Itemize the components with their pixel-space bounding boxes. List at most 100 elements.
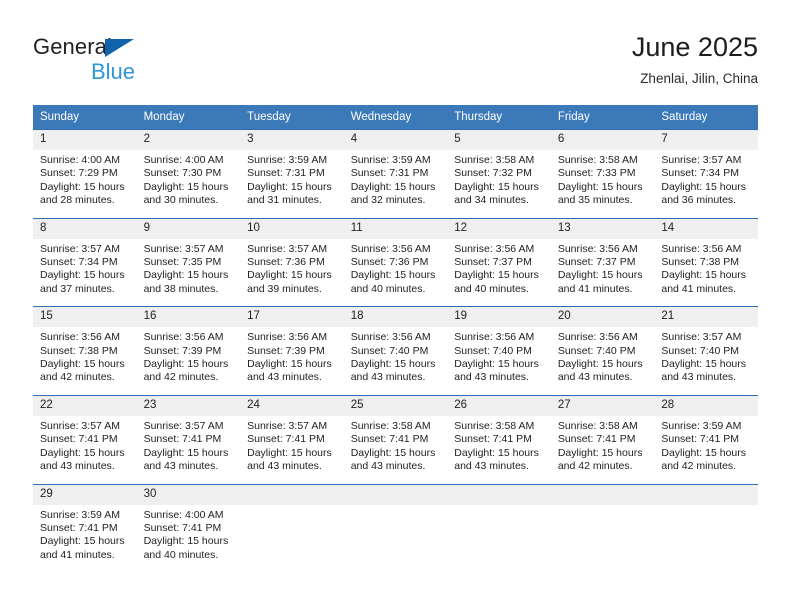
day-number: 4 <box>343 130 448 150</box>
daylight-text-line2: and 41 minutes. <box>40 548 115 561</box>
day-cell[interactable]: 14 Sunrise: 3:56 AM Sunset: 7:38 PM Dayl… <box>654 217 758 307</box>
day-number <box>343 484 448 505</box>
day-cell[interactable]: 30 Sunrise: 4:00 AM Sunset: 7:41 PM Dayl… <box>136 483 241 573</box>
day-cell[interactable]: 1 Sunrise: 4:00 AM Sunset: 7:29 PM Dayli… <box>33 129 137 219</box>
daylight-text-line2: and 42 minutes. <box>143 371 219 384</box>
day-cell[interactable]: 18 Sunrise: 3:56 AM Sunset: 7:40 PM Dayl… <box>343 306 448 396</box>
daylight-text-line2: and 37 minutes. <box>40 282 115 295</box>
daylight-text-line1: Daylight: 15 hours <box>143 446 229 459</box>
day-cell[interactable]: 3 Sunrise: 3:59 AM Sunset: 7:31 PM Dayli… <box>240 129 344 219</box>
daylight-text-line2: and 43 minutes. <box>247 460 322 473</box>
day-cell[interactable]: 4 Sunrise: 3:59 AM Sunset: 7:31 PM Dayli… <box>343 129 448 219</box>
daylight-text-line1: Daylight: 15 hours <box>350 358 436 371</box>
weekday-header-wednesday: Wednesday <box>343 105 448 130</box>
day-number: 6 <box>550 130 655 150</box>
sunset-text: Sunset: 7:36 PM <box>247 256 325 269</box>
day-cell[interactable]: 25 Sunrise: 3:58 AM Sunset: 7:41 PM Dayl… <box>343 394 448 484</box>
brand-logo[interactable]: General Blue <box>33 36 233 92</box>
sunset-text: Sunset: 7:37 PM <box>454 256 532 269</box>
day-cell[interactable]: 29 Sunrise: 3:59 AM Sunset: 7:41 PM Dayl… <box>33 483 137 573</box>
day-cell[interactable]: 2 Sunrise: 4:00 AM Sunset: 7:30 PM Dayli… <box>136 129 241 219</box>
day-details: Sunrise: 3:56 AM Sunset: 7:37 PM Dayligh… <box>551 239 655 307</box>
day-details <box>551 505 655 573</box>
daylight-text-line2: and 40 minutes. <box>454 282 529 295</box>
day-number: 3 <box>240 130 344 150</box>
day-details: Sunrise: 3:56 AM Sunset: 7:36 PM Dayligh… <box>344 239 448 307</box>
day-details: Sunrise: 3:59 AM Sunset: 7:41 PM Dayligh… <box>33 505 137 573</box>
daylight-text-line2: and 30 minutes. <box>143 194 219 207</box>
daylight-text-line1: Daylight: 15 hours <box>454 358 539 371</box>
weekday-header-thursday: Thursday <box>447 105 551 130</box>
day-cell[interactable]: 17 Sunrise: 3:56 AM Sunset: 7:39 PM Dayl… <box>240 306 344 396</box>
sunrise-text: Sunrise: 3:59 AM <box>350 154 431 166</box>
day-cell[interactable]: 19 Sunrise: 3:56 AM Sunset: 7:40 PM Dayl… <box>447 306 551 396</box>
day-cell[interactable]: 6 Sunrise: 3:58 AM Sunset: 7:33 PM Dayli… <box>550 129 655 219</box>
day-cell[interactable]: 11 Sunrise: 3:56 AM Sunset: 7:36 PM Dayl… <box>343 217 448 307</box>
day-number: 5 <box>447 130 551 150</box>
day-number: 25 <box>343 395 448 416</box>
brand-logo-blue-text: Blue <box>91 59 136 84</box>
day-cell[interactable]: 27 Sunrise: 3:58 AM Sunset: 7:41 PM Dayl… <box>550 394 655 484</box>
sunset-text: Sunset: 7:41 PM <box>661 433 740 446</box>
day-cell[interactable]: 8 Sunrise: 3:57 AM Sunset: 7:34 PM Dayli… <box>33 217 137 307</box>
day-number: 14 <box>654 218 758 239</box>
day-number: 15 <box>33 307 137 328</box>
sunrise-text: Sunrise: 3:57 AM <box>143 419 224 432</box>
day-number: 24 <box>240 395 344 416</box>
daylight-text-line2: and 43 minutes. <box>40 460 115 473</box>
day-cell[interactable]: 5 Sunrise: 3:58 AM Sunset: 7:32 PM Dayli… <box>447 129 551 219</box>
day-cell[interactable]: 13 Sunrise: 3:56 AM Sunset: 7:37 PM Dayl… <box>550 217 655 307</box>
day-cell[interactable]: 22 Sunrise: 3:57 AM Sunset: 7:41 PM Dayl… <box>33 394 137 484</box>
daylight-text-line1: Daylight: 15 hours <box>454 180 539 193</box>
day-number: 9 <box>136 218 241 239</box>
daylight-text-line1: Daylight: 15 hours <box>247 446 332 459</box>
daylight-text-line1: Daylight: 15 hours <box>350 180 436 193</box>
weekday-header-row: Sunday Monday Tuesday Wednesday Thursday… <box>33 105 758 130</box>
day-details: Sunrise: 3:56 AM Sunset: 7:39 PM Dayligh… <box>240 327 344 395</box>
daylight-text-line1: Daylight: 15 hours <box>454 269 539 282</box>
daylight-text-line1: Daylight: 15 hours <box>350 446 436 459</box>
daylight-text-line2: and 34 minutes. <box>454 194 529 207</box>
day-cell-empty <box>447 483 551 573</box>
sunrise-text: Sunrise: 4:00 AM <box>40 154 120 166</box>
sunset-text: Sunset: 7:31 PM <box>247 167 325 180</box>
sunset-text: Sunset: 7:38 PM <box>661 256 740 269</box>
daylight-text-line2: and 43 minutes. <box>661 371 737 384</box>
day-number: 28 <box>654 395 758 416</box>
day-cell[interactable]: 16 Sunrise: 3:56 AM Sunset: 7:39 PM Dayl… <box>136 306 241 396</box>
day-cell[interactable]: 24 Sunrise: 3:57 AM Sunset: 7:41 PM Dayl… <box>240 394 344 484</box>
daylight-text-line2: and 43 minutes. <box>350 371 426 384</box>
day-cell[interactable]: 28 Sunrise: 3:59 AM Sunset: 7:41 PM Dayl… <box>654 394 758 484</box>
sunrise-text: Sunrise: 3:58 AM <box>350 419 431 432</box>
sunrise-text: Sunrise: 3:56 AM <box>557 331 638 344</box>
day-details: Sunrise: 3:58 AM Sunset: 7:41 PM Dayligh… <box>344 416 448 484</box>
sunset-text: Sunset: 7:29 PM <box>40 167 118 180</box>
day-cell[interactable]: 21 Sunrise: 3:57 AM Sunset: 7:40 PM Dayl… <box>654 306 758 396</box>
calendar-table: Sunday Monday Tuesday Wednesday Thursday… <box>33 105 758 573</box>
day-details: Sunrise: 3:56 AM Sunset: 7:40 PM Dayligh… <box>551 327 655 395</box>
day-cell[interactable]: 20 Sunrise: 3:56 AM Sunset: 7:40 PM Dayl… <box>550 306 655 396</box>
sunrise-text: Sunrise: 3:56 AM <box>350 331 431 344</box>
daylight-text-line1: Daylight: 15 hours <box>40 446 125 459</box>
day-cell-empty <box>240 483 344 573</box>
sunset-text: Sunset: 7:41 PM <box>143 433 222 446</box>
sunset-text: Sunset: 7:35 PM <box>143 256 222 269</box>
daylight-text-line2: and 38 minutes. <box>143 282 219 295</box>
day-details: Sunrise: 3:56 AM Sunset: 7:38 PM Dayligh… <box>654 239 758 307</box>
daylight-text-line1: Daylight: 15 hours <box>143 180 229 193</box>
daylight-text-line2: and 43 minutes. <box>143 460 219 473</box>
day-cell[interactable]: 10 Sunrise: 3:57 AM Sunset: 7:36 PM Dayl… <box>240 217 344 307</box>
day-number: 22 <box>33 395 137 416</box>
week-row: 22 Sunrise: 3:57 AM Sunset: 7:41 PM Dayl… <box>33 394 758 484</box>
day-cell[interactable]: 12 Sunrise: 3:56 AM Sunset: 7:37 PM Dayl… <box>447 217 551 307</box>
day-cell[interactable]: 9 Sunrise: 3:57 AM Sunset: 7:35 PM Dayli… <box>136 217 241 307</box>
day-number: 13 <box>550 218 655 239</box>
sunset-text: Sunset: 7:40 PM <box>454 344 532 357</box>
day-cell[interactable]: 15 Sunrise: 3:56 AM Sunset: 7:38 PM Dayl… <box>33 306 137 396</box>
day-cell[interactable]: 23 Sunrise: 3:57 AM Sunset: 7:41 PM Dayl… <box>136 394 241 484</box>
day-cell[interactable]: 26 Sunrise: 3:58 AM Sunset: 7:41 PM Dayl… <box>447 394 551 484</box>
day-cell[interactable]: 7 Sunrise: 3:57 AM Sunset: 7:34 PM Dayli… <box>654 129 758 219</box>
daylight-text-line2: and 42 minutes. <box>557 460 633 473</box>
sunrise-text: Sunrise: 3:58 AM <box>454 419 535 432</box>
day-number: 20 <box>550 307 655 328</box>
